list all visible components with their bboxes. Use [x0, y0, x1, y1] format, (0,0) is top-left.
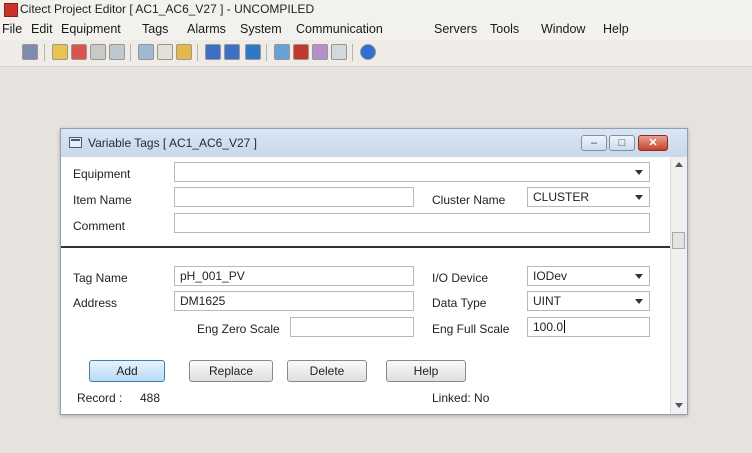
toolbar-separator [266, 44, 267, 61]
eng-full-scale-value: 100.0 [533, 320, 564, 334]
data-type-dropdown[interactable]: UINT [527, 291, 650, 311]
menu-tools[interactable]: Tools [490, 22, 519, 36]
pack-icon[interactable] [109, 44, 125, 60]
chevron-down-icon [635, 170, 643, 175]
menubar: File Edit Equipment Tags Alarms System C… [0, 20, 752, 40]
menu-servers[interactable]: Servers [434, 22, 477, 36]
linked-status: Linked: No [432, 391, 490, 405]
menu-window[interactable]: Window [541, 22, 585, 36]
window-titlebar[interactable]: Variable Tags [ AC1_AC6_V27 ] – □ ✕ [61, 129, 687, 157]
view-icon[interactable] [331, 44, 347, 60]
variable-tags-window: Variable Tags [ AC1_AC6_V27 ] – □ ✕ Equi… [60, 128, 688, 415]
tag-name-input[interactable]: pH_001_PV [174, 266, 414, 286]
io-device-value: IODev [533, 269, 568, 283]
toolbar-separator [130, 44, 131, 61]
cluster-name-label: Cluster Name [432, 193, 506, 207]
chevron-down-icon [635, 274, 643, 279]
item-name-input[interactable] [174, 187, 414, 207]
menu-help[interactable]: Help [603, 22, 629, 36]
scroll-up-icon[interactable] [675, 162, 683, 167]
maximize-button[interactable]: □ [609, 135, 635, 151]
menu-equipment[interactable]: Equipment [61, 22, 121, 36]
add-button[interactable]: Add [89, 360, 165, 382]
minimize-button[interactable]: – [581, 135, 607, 151]
menu-communication[interactable]: Communication [296, 22, 383, 36]
chevron-down-icon [635, 195, 643, 200]
forward-icon[interactable] [224, 44, 240, 60]
record-value: 488 [140, 391, 161, 405]
address-input[interactable]: DM1625 [174, 291, 414, 311]
menu-alarms[interactable]: Alarms [187, 22, 226, 36]
folder-icon[interactable] [176, 44, 192, 60]
equipment-label: Equipment [73, 167, 131, 181]
delete-button[interactable]: Delete [287, 360, 367, 382]
chevron-down-icon [635, 299, 643, 304]
toolbar-separator [197, 44, 198, 61]
comment-label: Comment [73, 219, 126, 233]
equipment-dropdown[interactable] [174, 162, 650, 182]
eng-zero-scale-input[interactable] [290, 317, 414, 337]
back-icon[interactable] [205, 44, 221, 60]
record-label: Record : [77, 391, 123, 405]
scroll-thumb[interactable] [672, 232, 685, 249]
io-device-dropdown[interactable]: IODev [527, 266, 650, 286]
edit-icon[interactable] [71, 44, 87, 60]
toolbar-separator [44, 44, 45, 61]
close-button[interactable]: ✕ [638, 135, 668, 151]
tag-name-label: Tag Name [73, 271, 128, 285]
scroll-down-icon[interactable] [675, 403, 683, 408]
address-label: Address [73, 296, 118, 310]
open-icon[interactable] [22, 44, 38, 60]
replace-button[interactable]: Replace [189, 360, 273, 382]
text-caret [564, 320, 566, 333]
vertical-scrollbar[interactable] [670, 157, 687, 414]
help-button[interactable]: Help [386, 360, 466, 382]
app-titlebar: Citect Project Editor [ AC1_AC6_V27 ] - … [0, 0, 752, 20]
project-icon[interactable] [52, 44, 68, 60]
eng-full-scale-label: Eng Full Scale [432, 322, 510, 336]
menu-edit[interactable]: Edit [31, 22, 53, 36]
data-type-value: UINT [533, 294, 561, 308]
toolbar [0, 40, 752, 67]
cut-icon[interactable] [138, 44, 154, 60]
item-name-label: Item Name [73, 193, 132, 207]
comment-input[interactable] [174, 213, 650, 233]
section-divider [61, 246, 670, 248]
eng-zero-scale-label: Eng Zero Scale [197, 322, 280, 336]
form-icon [69, 137, 82, 148]
help-icon[interactable] [360, 44, 376, 60]
cluster-name-dropdown[interactable]: CLUSTER [527, 187, 650, 207]
data-type-label: Data Type [432, 296, 487, 310]
paste-icon[interactable] [157, 44, 173, 60]
wand-icon[interactable] [293, 44, 309, 60]
menu-system[interactable]: System [240, 22, 282, 36]
compile-icon[interactable] [312, 44, 328, 60]
toolbar-separator [352, 44, 353, 61]
app-title: Citect Project Editor [ AC1_AC6_V27 ] - … [20, 2, 315, 16]
list-icon[interactable] [245, 44, 261, 60]
window-title: Variable Tags [ AC1_AC6_V27 ] [88, 136, 257, 150]
menu-file[interactable]: File [2, 22, 22, 36]
eng-full-scale-input[interactable]: 100.0 [527, 317, 650, 337]
copy-icon[interactable] [90, 44, 106, 60]
citect-app-icon [4, 3, 18, 17]
menu-tags[interactable]: Tags [142, 22, 168, 36]
cluster-name-value: CLUSTER [533, 190, 590, 204]
io-device-label: I/O Device [432, 271, 489, 285]
table-icon[interactable] [274, 44, 290, 60]
